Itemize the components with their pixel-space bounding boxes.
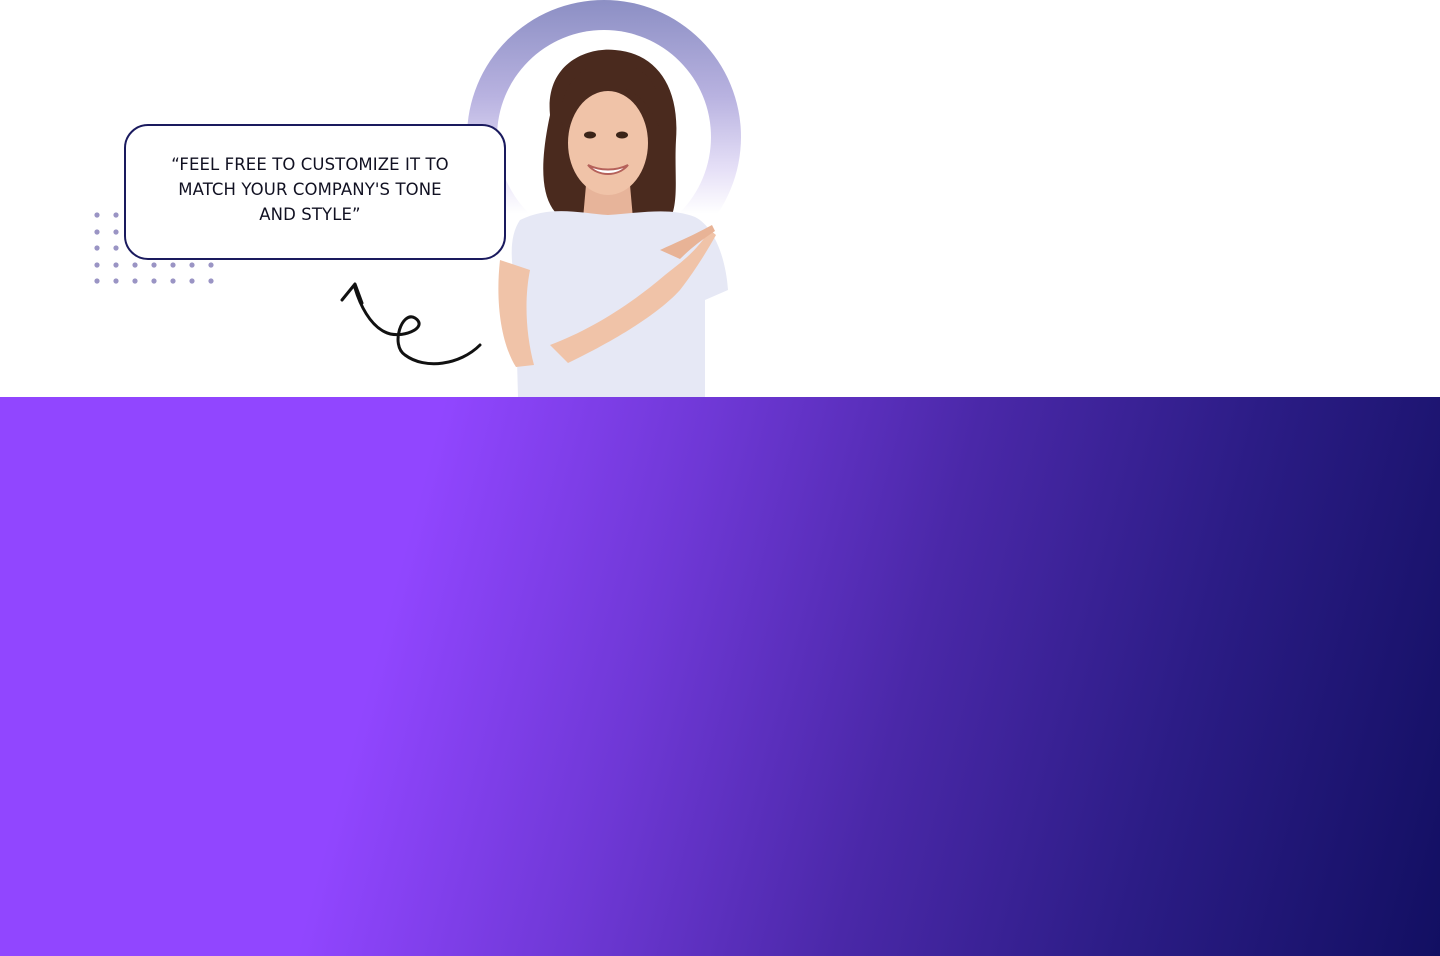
hero-section: “FEEL FREE TO CUSTOMIZE IT TO MATCH YOUR… — [0, 0, 1440, 397]
speech-bubble-quote: “FEEL FREE TO CUSTOMIZE IT TO MATCH YOUR… — [171, 155, 449, 224]
smiling-woman-pointing-image — [498, 49, 728, 397]
curly-arrow-icon — [340, 282, 482, 366]
gradient-content-panel — [0, 397, 1440, 956]
